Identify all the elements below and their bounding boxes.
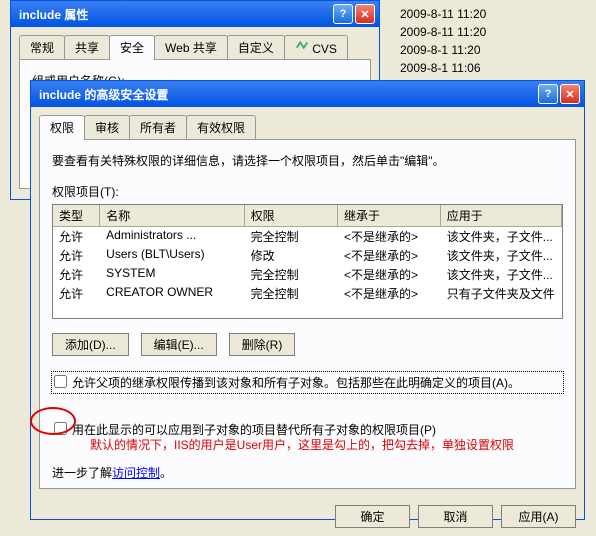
dialog-footer: 确定 取消 应用(A) xyxy=(31,497,584,536)
table-row[interactable]: 允许Administrators ...完全控制<不是继承的>该文件夹，子文件.… xyxy=(53,227,562,246)
cancel-button[interactable]: 取消 xyxy=(418,505,493,528)
titlebar[interactable]: include 的高级安全设置 ? ✕ xyxy=(31,81,584,107)
inherit-label: 允许父项的继承权限传播到该对象和所有子对象。包括那些在此明确定义的项目(A)。 xyxy=(72,374,520,391)
access-control-link[interactable]: 访问控制 xyxy=(112,466,160,480)
tabstrip: 权限 审核 所有者 有效权限 xyxy=(31,107,584,139)
table-row[interactable]: 允许SYSTEM完全控制<不是继承的>该文件夹，子文件... xyxy=(53,265,562,284)
tab-websharing[interactable]: Web 共享 xyxy=(154,35,228,59)
close-button[interactable]: ✕ xyxy=(560,84,580,104)
help-button[interactable]: ? xyxy=(333,4,353,24)
tab-owner[interactable]: 所有者 xyxy=(129,115,187,139)
edit-button[interactable]: 编辑(E)... xyxy=(141,333,217,356)
advanced-security-window: include 的高级安全设置 ? ✕ 权限 审核 所有者 有效权限 要查看有关… xyxy=(30,80,585,520)
button-row: 添加(D)... 编辑(E)... 删除(R) xyxy=(52,333,563,356)
learn-more: 进一步了解访问控制。 xyxy=(52,464,563,481)
tab-general[interactable]: 常规 xyxy=(19,35,65,59)
table-row[interactable]: 允许CREATOR OWNER完全控制<不是继承的>只有子文件夹及文件 xyxy=(53,284,562,303)
tab-sharing[interactable]: 共享 xyxy=(64,35,110,59)
tab-customize[interactable]: 自定义 xyxy=(227,35,285,59)
help-button[interactable]: ? xyxy=(538,84,558,104)
window-title: include 属性 xyxy=(15,6,331,23)
remove-button[interactable]: 删除(R) xyxy=(229,333,296,356)
col-apply[interactable]: 应用于 xyxy=(441,205,562,226)
tab-effective[interactable]: 有效权限 xyxy=(186,115,256,139)
list-header: 类型 名称 权限 继承于 应用于 xyxy=(53,205,562,227)
window-title: include 的高级安全设置 xyxy=(35,86,536,103)
inherit-checkbox-row: 允许父项的继承权限传播到该对象和所有子对象。包括那些在此明确定义的项目(A)。 xyxy=(52,372,563,393)
cvs-icon xyxy=(295,39,309,53)
inherit-checkbox[interactable] xyxy=(54,375,67,388)
permissions-list[interactable]: 类型 名称 权限 继承于 应用于 允许Administrators ...完全控… xyxy=(52,204,563,319)
col-perm[interactable]: 权限 xyxy=(245,205,338,226)
col-inherit[interactable]: 继承于 xyxy=(338,205,441,226)
close-button[interactable]: ✕ xyxy=(355,4,375,24)
tab-permissions[interactable]: 权限 xyxy=(39,115,85,140)
list-label: 权限项目(T): xyxy=(52,183,563,200)
tab-security[interactable]: 安全 xyxy=(109,35,155,60)
tab-auditing[interactable]: 审核 xyxy=(84,115,130,139)
titlebar[interactable]: include 属性 ? ✕ xyxy=(11,1,379,27)
tab-cvs[interactable]: CVS xyxy=(284,35,348,59)
col-type[interactable]: 类型 xyxy=(53,205,100,226)
ok-button[interactable]: 确定 xyxy=(335,505,410,528)
add-button[interactable]: 添加(D)... xyxy=(52,333,129,356)
table-row[interactable]: 允许Users (BLT\Users)修改<不是继承的>该文件夹，子文件... xyxy=(53,246,562,265)
replace-checkbox[interactable] xyxy=(54,422,67,435)
apply-button[interactable]: 应用(A) xyxy=(501,505,576,528)
col-name[interactable]: 名称 xyxy=(100,205,244,226)
permissions-panel: 要查看有关特殊权限的详细信息，请选择一个权限项目，然后单击"编辑"。 权限项目(… xyxy=(39,139,576,489)
annotation-text: 默认的情况下，IIS的用户是User用户，这里是勾上的，把勾去掉，单独设置权限 xyxy=(90,436,514,453)
intro-text: 要查看有关特殊权限的详细信息，请选择一个权限项目，然后单击"编辑"。 xyxy=(52,152,563,169)
tabstrip: 常规 共享 安全 Web 共享 自定义 CVS xyxy=(11,27,379,59)
